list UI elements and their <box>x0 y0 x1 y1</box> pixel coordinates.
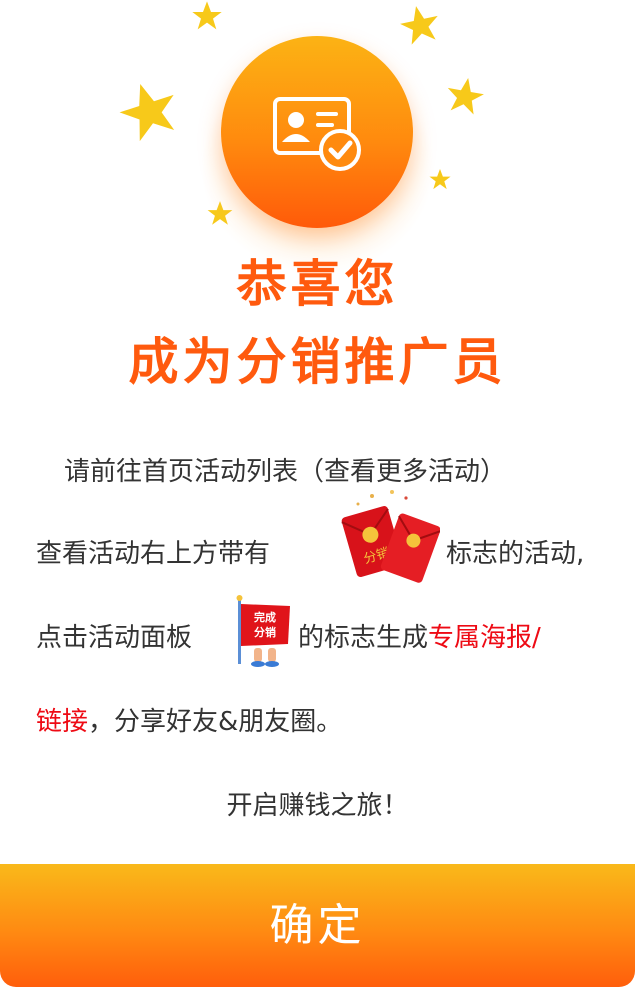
instruction-line-2-start: 查看活动右上方带有 <box>36 539 271 569</box>
instruction-line-1: 请前往首页活动列表（查看更多活动） <box>64 457 507 487</box>
flag-icon: 完成 分销 <box>236 595 290 667</box>
confirm-button[interactable]: 确定 <box>0 864 635 987</box>
headline-become-promoter: 成为分销推广员 <box>128 333 507 391</box>
id-card-verified-icon <box>273 97 361 171</box>
success-dialog: 恭喜您 成为分销推广员 请前往首页活动列表（查看更多活动） 查看活动右上方带有 … <box>0 0 635 987</box>
poster-link-highlight: 专属海报/ <box>428 623 541 653</box>
instruction-line-3-end: 的标志生成专属海报/ <box>298 618 541 658</box>
star-icon <box>447 77 484 115</box>
star-icon <box>192 1 222 30</box>
complete-label-line2: 分销 <box>254 625 276 639</box>
instruction-line-3-start: 点击活动面板 <box>36 623 193 653</box>
star-icon <box>119 83 175 142</box>
instruction-line-2-end: 标志的活动, <box>446 539 585 569</box>
headline-congrats: 恭喜您 <box>236 255 399 313</box>
link-highlight: 链接 <box>36 707 89 737</box>
star-icon <box>400 6 438 45</box>
instruction-line-4-plain: ，分享好友&朋友圈。 <box>88 707 343 737</box>
complete-label-line1: 完成 <box>254 610 276 624</box>
red-packet-icon: 分销 <box>341 490 440 583</box>
instruction-line-4: 链接，分享好友&朋友圈。 <box>36 702 342 742</box>
instruction-line-5: 开启赚钱之旅！ <box>226 791 409 821</box>
instruction-line-3-plain: 的标志生成 <box>298 623 429 653</box>
